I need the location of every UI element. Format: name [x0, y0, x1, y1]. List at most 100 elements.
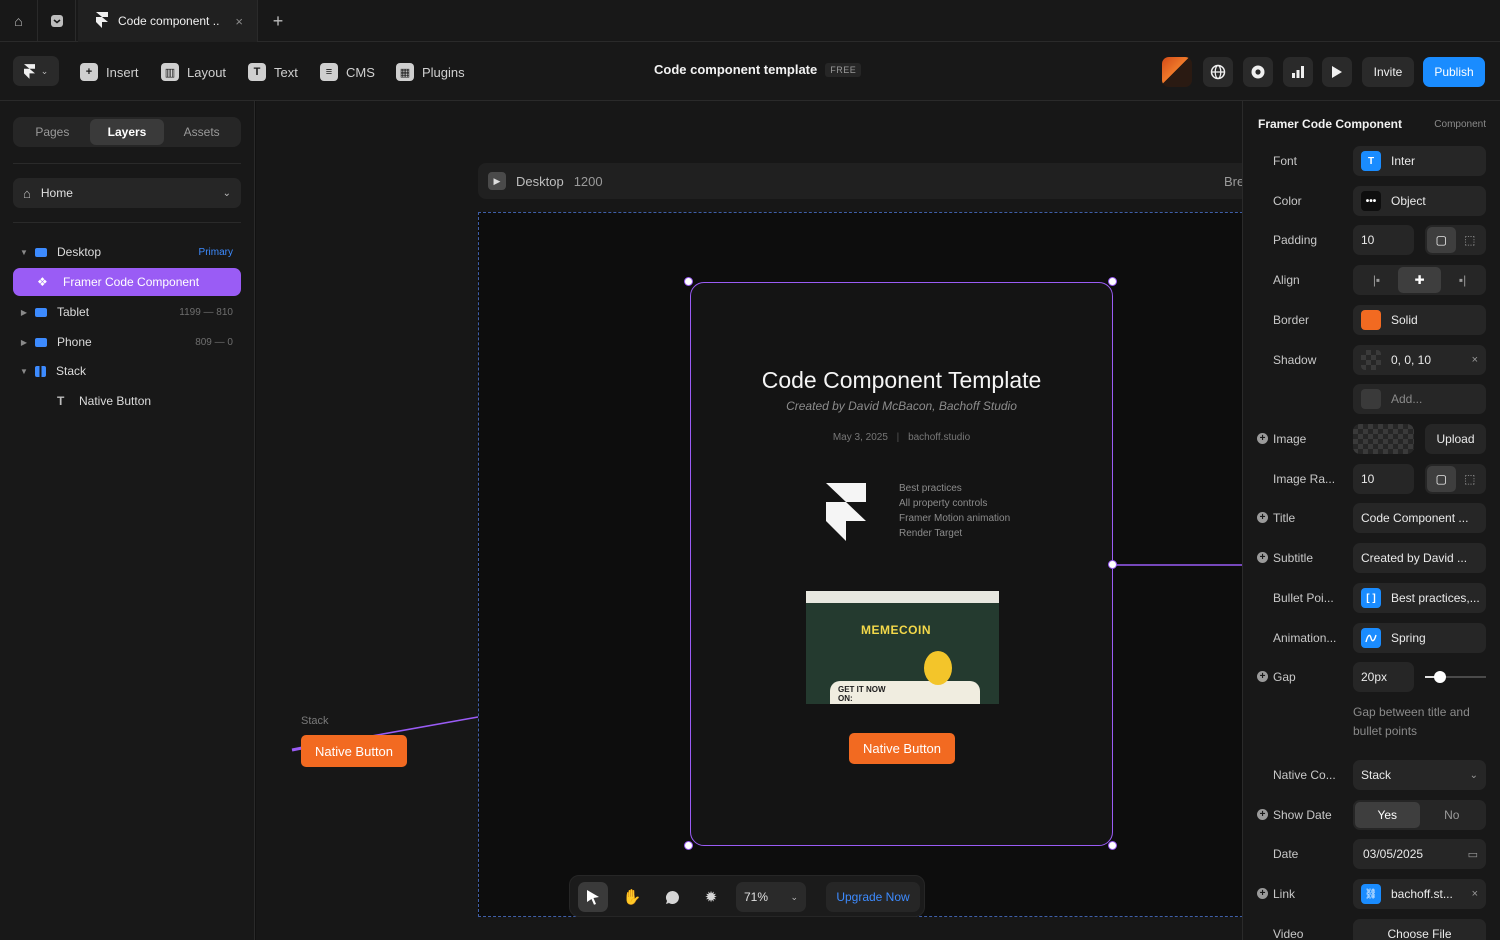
comment-tool-icon[interactable]	[657, 882, 687, 912]
font-field[interactable]: T Inter	[1353, 146, 1486, 176]
resize-handle[interactable]	[684, 841, 693, 850]
bullet-points-field[interactable]: [ ] Best practices,...	[1353, 583, 1486, 613]
prop-link: + Link ⛓ bachoff.st... ×	[1243, 879, 1500, 909]
clear-icon[interactable]: ×	[1472, 888, 1478, 900]
individual-padding-icon[interactable]: ⬚	[1456, 227, 1485, 253]
plus-circle-icon[interactable]: +	[1257, 888, 1268, 899]
clear-icon[interactable]: ×	[1472, 354, 1478, 366]
plugins-button[interactable]: ▦ Plugins	[396, 61, 465, 83]
show-date-no[interactable]: No	[1420, 802, 1485, 828]
hand-tool-icon[interactable]: ✋	[617, 882, 647, 912]
main-menu-button[interactable]: ⌄	[13, 56, 59, 86]
layer-framer-code-component[interactable]: ❖ Framer Code Component	[13, 268, 241, 296]
plus-circle-icon[interactable]: +	[1257, 433, 1268, 444]
upload-label: Upload	[1436, 432, 1475, 446]
invite-button[interactable]: Invite	[1362, 57, 1414, 87]
settings-icon[interactable]	[1243, 57, 1273, 87]
upgrade-button[interactable]: Upgrade Now	[826, 882, 920, 912]
date-input[interactable]: 03/05/2025 ▭	[1353, 839, 1486, 869]
padding-input[interactable]: 10	[1353, 225, 1414, 255]
globe-icon[interactable]	[1203, 57, 1233, 87]
play-icon[interactable]: ▶	[488, 172, 506, 190]
layer-phone[interactable]: ▶ Phone 809 — 0	[13, 328, 241, 356]
insert-button[interactable]: + Insert	[80, 61, 139, 83]
inbox-icon[interactable]	[38, 0, 76, 42]
publish-button[interactable]: Publish	[1423, 57, 1485, 87]
resize-handle[interactable]	[1108, 841, 1117, 850]
choose-file-button[interactable]: Choose File	[1353, 919, 1486, 940]
layer-desktop[interactable]: ▼ Desktop Primary	[13, 238, 241, 266]
image-preview[interactable]	[1353, 424, 1414, 454]
align-left-icon[interactable]: |▪	[1355, 267, 1398, 293]
play-icon[interactable]	[1322, 57, 1352, 87]
plus-circle-icon[interactable]: +	[1257, 512, 1268, 523]
stack-native-button[interactable]: Native Button	[301, 735, 407, 767]
zoom-select[interactable]: 71% ⌄	[736, 882, 806, 912]
add-shadow-field[interactable]: Add...	[1353, 384, 1486, 414]
prop-label: Link	[1273, 887, 1296, 901]
connection-handle[interactable]	[1108, 560, 1117, 569]
subtitle-input[interactable]: Created by David ...	[1353, 543, 1486, 573]
resize-handle[interactable]	[1108, 277, 1117, 286]
color-value: Object	[1391, 194, 1426, 208]
triangle-down-icon[interactable]: ▼	[13, 367, 35, 376]
triangle-right-icon[interactable]: ▶	[13, 308, 35, 317]
plus-circle-icon[interactable]: +	[1257, 809, 1268, 820]
plus-circle-icon[interactable]: +	[1257, 671, 1268, 682]
pointer-tool-icon[interactable]	[578, 882, 608, 912]
show-date-yes[interactable]: Yes	[1355, 802, 1420, 828]
tab-close-icon[interactable]: ×	[235, 14, 243, 29]
project-title[interactable]: Code component template FREE	[654, 62, 862, 77]
link-field[interactable]: ⛓ bachoff.st... ×	[1353, 879, 1486, 909]
text-button[interactable]: T Text	[248, 61, 298, 83]
image-radius-input[interactable]: 10	[1353, 464, 1414, 494]
layer-native-button[interactable]: T Native Button	[13, 387, 241, 415]
uniform-padding-icon[interactable]: ▢	[1427, 227, 1456, 253]
gap-slider[interactable]	[1425, 671, 1486, 683]
avatar[interactable]	[1162, 57, 1192, 87]
triangle-down-icon[interactable]: ▼	[13, 248, 35, 257]
layout-label: Layout	[187, 64, 227, 80]
cms-button[interactable]: ≡ CMS	[320, 61, 375, 83]
insert-label: Insert	[106, 64, 139, 80]
uniform-radius-icon[interactable]: ▢	[1427, 466, 1456, 492]
gap-input[interactable]: 20px	[1353, 662, 1414, 692]
canvas[interactable]: ▶ Desktop 1200 Bre Code Component Templa…	[256, 101, 1242, 940]
title-input[interactable]: Code Component ...	[1353, 503, 1486, 533]
card-subtitle: Created by David McBacon, Bachoff Studio	[786, 399, 1017, 413]
individual-radius-icon[interactable]: ⬚	[1456, 466, 1485, 492]
calendar-icon[interactable]: ▭	[1468, 848, 1478, 861]
page-select[interactable]: ⌂ Home ⌄	[13, 178, 241, 208]
prop-video: Video Choose File	[1243, 919, 1500, 940]
color-field[interactable]: ••• Object	[1353, 186, 1486, 216]
tab-code-component[interactable]: Code component .. ×	[78, 0, 258, 42]
tab-assets[interactable]: Assets	[164, 119, 239, 145]
plugins-label: Plugins	[422, 64, 465, 80]
layer-stack[interactable]: ▼ Stack	[13, 357, 241, 385]
home-icon[interactable]: ⌂	[0, 0, 38, 42]
resize-handle[interactable]	[684, 277, 693, 286]
animation-field[interactable]: Spring	[1353, 623, 1486, 653]
align-center-icon[interactable]: ✚	[1398, 267, 1441, 293]
plus-circle-icon[interactable]: +	[1257, 552, 1268, 563]
frame-icon	[35, 337, 47, 347]
native-button[interactable]: Native Button	[849, 733, 955, 764]
layout-button[interactable]: ▥ Layout	[161, 61, 226, 83]
stack-label: Stack	[301, 715, 329, 727]
frame-header-desktop[interactable]: ▶ Desktop 1200 Bre	[478, 163, 1242, 199]
native-component-select[interactable]: Stack ⌄	[1353, 760, 1486, 790]
align-right-icon[interactable]: ▪|	[1441, 267, 1484, 293]
tab-pages[interactable]: Pages	[15, 119, 90, 145]
empty-swatch	[1361, 389, 1381, 409]
new-tab-button[interactable]: +	[266, 8, 290, 34]
analytics-icon[interactable]	[1283, 57, 1313, 87]
upload-button[interactable]: Upload	[1425, 424, 1486, 454]
layer-tablet[interactable]: ▶ Tablet 1199 — 810	[13, 298, 241, 326]
triangle-right-icon[interactable]: ▶	[13, 338, 35, 347]
tab-layers[interactable]: Layers	[89, 119, 165, 145]
shadow-field[interactable]: 0, 0, 10 ×	[1353, 345, 1486, 375]
framer-code-component-card[interactable]: Code Component Template Created by David…	[690, 282, 1113, 846]
toolbar: ⌄ + Insert ▥ Layout T Text ≡ CMS ▦ Plugi…	[0, 42, 1500, 101]
border-field[interactable]: Solid	[1353, 305, 1486, 335]
sun-icon[interactable]: ✹	[696, 882, 726, 912]
